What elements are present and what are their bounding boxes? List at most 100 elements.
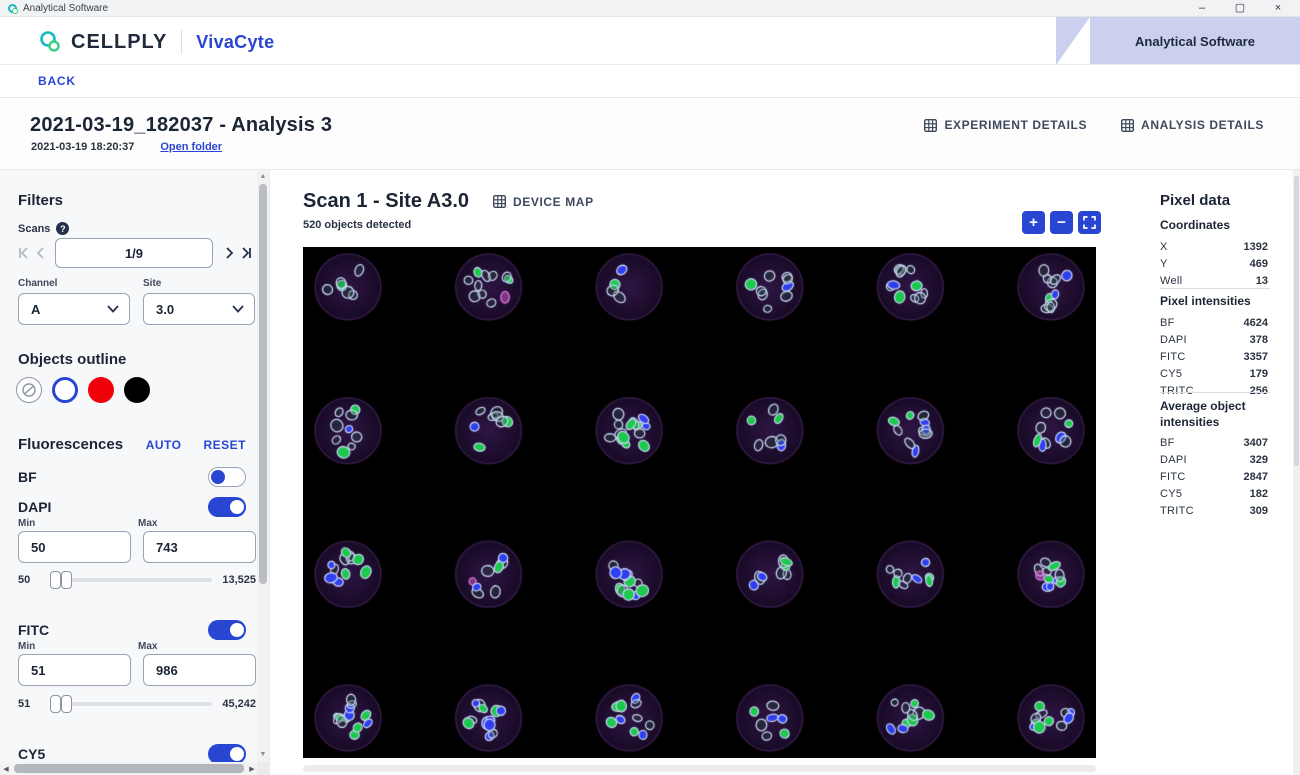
- analysis-details-label: ANALYSIS DETAILS: [1141, 118, 1264, 132]
- scan-image-canvas[interactable]: [303, 247, 1096, 758]
- fitc-min-label: Min: [18, 641, 126, 652]
- coordinates-heading: Coordinates: [1160, 218, 1268, 234]
- sidebar-horizontal-scrollbar[interactable]: ◀ ▶: [0, 762, 258, 775]
- sidebar-vscroll-thumb[interactable]: [259, 184, 267, 584]
- ribbon-label: Analytical Software: [1135, 34, 1255, 49]
- filters-title: Filters: [18, 192, 63, 209]
- first-page-button[interactable]: [16, 241, 33, 265]
- site-label: Site: [143, 278, 255, 289]
- scan-page-input[interactable]: [55, 238, 213, 268]
- device-map-label: DEVICE MAP: [513, 195, 594, 209]
- zoom-in-button[interactable]: +: [1022, 211, 1045, 234]
- scroll-down-icon[interactable]: ▼: [257, 749, 269, 761]
- pixel-intensities-heading: Pixel intensities: [1160, 294, 1268, 310]
- close-icon[interactable]: ×: [1272, 1, 1284, 16]
- coordinate-row: X1392: [1160, 241, 1268, 253]
- site-select[interactable]: 3.0: [143, 293, 255, 325]
- fluorescences-title: Fluorescences: [18, 436, 124, 453]
- avg-intensity-row: BF3407: [1160, 437, 1268, 449]
- back-bar: BACK: [0, 65, 1300, 98]
- open-folder-link[interactable]: Open folder: [160, 141, 222, 153]
- dapi-toggle[interactable]: [208, 497, 246, 517]
- pixel-data-title: Pixel data: [1160, 192, 1230, 209]
- intensity-row: FITC3357: [1160, 351, 1268, 363]
- prev-page-button[interactable]: [33, 241, 50, 265]
- dapi-slider-handle-min[interactable]: [50, 571, 61, 589]
- outline-black-option[interactable]: [124, 377, 150, 403]
- scroll-up-icon[interactable]: ▲: [257, 171, 269, 183]
- channel-cy5-label: CY5: [18, 746, 208, 762]
- fitc-toggle[interactable]: [208, 620, 246, 640]
- fitc-slider-handle-max[interactable]: [61, 695, 72, 713]
- intensity-row: CY5179: [1160, 368, 1268, 380]
- grid-icon: [493, 195, 506, 208]
- cy5-toggle[interactable]: [208, 744, 246, 764]
- zoom-out-button[interactable]: −: [1050, 211, 1073, 234]
- chevron-down-icon: [232, 305, 244, 313]
- site-value: 3.0: [156, 302, 232, 317]
- back-button[interactable]: BACK: [38, 74, 76, 88]
- maximize-icon[interactable]: ▢: [1234, 1, 1246, 16]
- scan-horizontal-scrollbar[interactable]: [303, 765, 1096, 772]
- fitc-max-input[interactable]: [143, 654, 256, 686]
- experiment-details-label: EXPERIMENT DETAILS: [944, 118, 1087, 132]
- dapi-min-input[interactable]: [18, 531, 131, 563]
- analysis-timestamp: 2021-03-19 18:20:37: [31, 141, 134, 153]
- fitc-slider[interactable]: [50, 702, 212, 706]
- chevron-down-icon: [107, 305, 119, 313]
- intensity-row: TRITC256: [1160, 385, 1268, 397]
- app-header: CELLPLY VivaCyte Analytical Software: [0, 17, 1300, 65]
- bf-toggle[interactable]: [208, 467, 246, 487]
- brand-name: CELLPLY: [71, 31, 167, 54]
- avg-intensity-row: CY5182: [1160, 488, 1268, 500]
- dapi-slider[interactable]: [50, 578, 212, 582]
- page-head: 2021-03-19_182037 - Analysis 3 2021-03-1…: [0, 98, 1300, 170]
- fitc-min-input[interactable]: [18, 654, 131, 686]
- avg-intensity-row: FITC2847: [1160, 471, 1268, 483]
- page-vscroll-thumb[interactable]: [1294, 176, 1299, 466]
- auto-button[interactable]: AUTO: [146, 438, 182, 452]
- page-title: 2021-03-19_182037 - Analysis 3: [30, 114, 332, 137]
- avg-intensity-row: DAPI329: [1160, 454, 1268, 466]
- filters-sidebar: Filters Scans ?: [0, 170, 270, 775]
- sidebar-vertical-scrollbar[interactable]: ▲ ▼: [257, 170, 269, 775]
- outline-none-option[interactable]: [16, 377, 42, 403]
- sidebar-hscroll-thumb[interactable]: [14, 764, 244, 773]
- page-vertical-scrollbar[interactable]: [1293, 170, 1300, 775]
- header-ribbon: Analytical Software: [1090, 17, 1300, 65]
- reset-button[interactable]: RESET: [203, 438, 246, 452]
- channel-select[interactable]: A: [18, 293, 130, 325]
- experiment-details-button[interactable]: EXPERIMENT DETAILS: [924, 118, 1087, 132]
- objects-detected-count: 520 objects detected: [303, 219, 411, 231]
- expand-icon: [1083, 216, 1096, 229]
- grid-icon: [924, 119, 937, 132]
- dapi-max-input[interactable]: [143, 531, 256, 563]
- channel-label: Channel: [18, 278, 130, 289]
- app-logo-icon: [8, 4, 17, 13]
- average-intensities-heading: Average object intensities: [1160, 399, 1268, 430]
- dapi-slider-handle-max[interactable]: [61, 571, 72, 589]
- scan-pager: [16, 236, 254, 270]
- channel-dapi-label: DAPI: [18, 499, 208, 515]
- device-map-button[interactable]: DEVICE MAP: [493, 195, 594, 209]
- help-icon[interactable]: ?: [56, 222, 69, 235]
- analysis-details-button[interactable]: ANALYSIS DETAILS: [1121, 118, 1264, 132]
- app-window: Analytical Software – ▢ × CELLPLY VivaCy…: [0, 0, 1300, 775]
- fullscreen-button[interactable]: [1078, 211, 1101, 234]
- next-page-button[interactable]: [221, 241, 238, 265]
- cellply-logo-icon: [38, 29, 64, 55]
- scroll-left-icon[interactable]: ◀: [0, 765, 12, 773]
- coordinate-row: Y469: [1160, 258, 1268, 270]
- pixel-data-panel: Pixel data Coordinates X1392 Y469 Well13…: [1130, 170, 1292, 775]
- last-page-button[interactable]: [238, 241, 255, 265]
- minimize-icon[interactable]: –: [1196, 1, 1208, 16]
- outline-red-option[interactable]: [88, 377, 114, 403]
- outline-blue-option[interactable]: [52, 377, 78, 403]
- scan-view-panel: Scan 1 - Site A3.0 DEVICE MAP 520 object…: [270, 170, 1130, 775]
- dapi-range-max: 13,525: [222, 574, 256, 586]
- grid-icon: [1121, 119, 1134, 132]
- avg-intensity-row: TRITC309: [1160, 505, 1268, 517]
- product-name: VivaCyte: [196, 32, 274, 53]
- coordinate-row: Well13: [1160, 275, 1268, 287]
- fitc-slider-handle-min[interactable]: [50, 695, 61, 713]
